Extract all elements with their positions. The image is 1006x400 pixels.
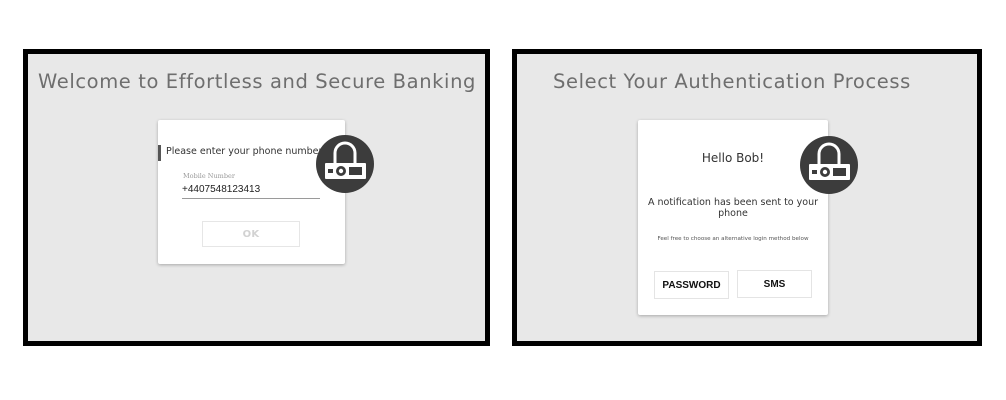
phone-number-input[interactable] [182, 181, 320, 199]
left-screen-panel: Welcome to Effortless and Secure Banking… [23, 49, 490, 346]
ok-button[interactable]: OK [202, 221, 300, 247]
page-title: Welcome to Effortless and Secure Banking [38, 70, 477, 93]
mobile-number-label: Mobile Number [183, 172, 235, 180]
notification-message: A notification has been sent to your pho… [647, 197, 818, 219]
lock-icon [800, 136, 858, 194]
password-button[interactable]: PASSWORD [654, 271, 729, 299]
phone-prompt: Please enter your phone number [166, 146, 323, 157]
page-title: Select Your Authentication Process [553, 70, 911, 93]
right-screen-panel: Select Your Authentication Process Hello… [512, 49, 982, 346]
lock-icon [316, 135, 374, 193]
accent-bar [158, 145, 161, 161]
alternative-method-text: Feel free to choose an alternative login… [657, 236, 809, 242]
sms-button[interactable]: SMS [737, 270, 812, 298]
